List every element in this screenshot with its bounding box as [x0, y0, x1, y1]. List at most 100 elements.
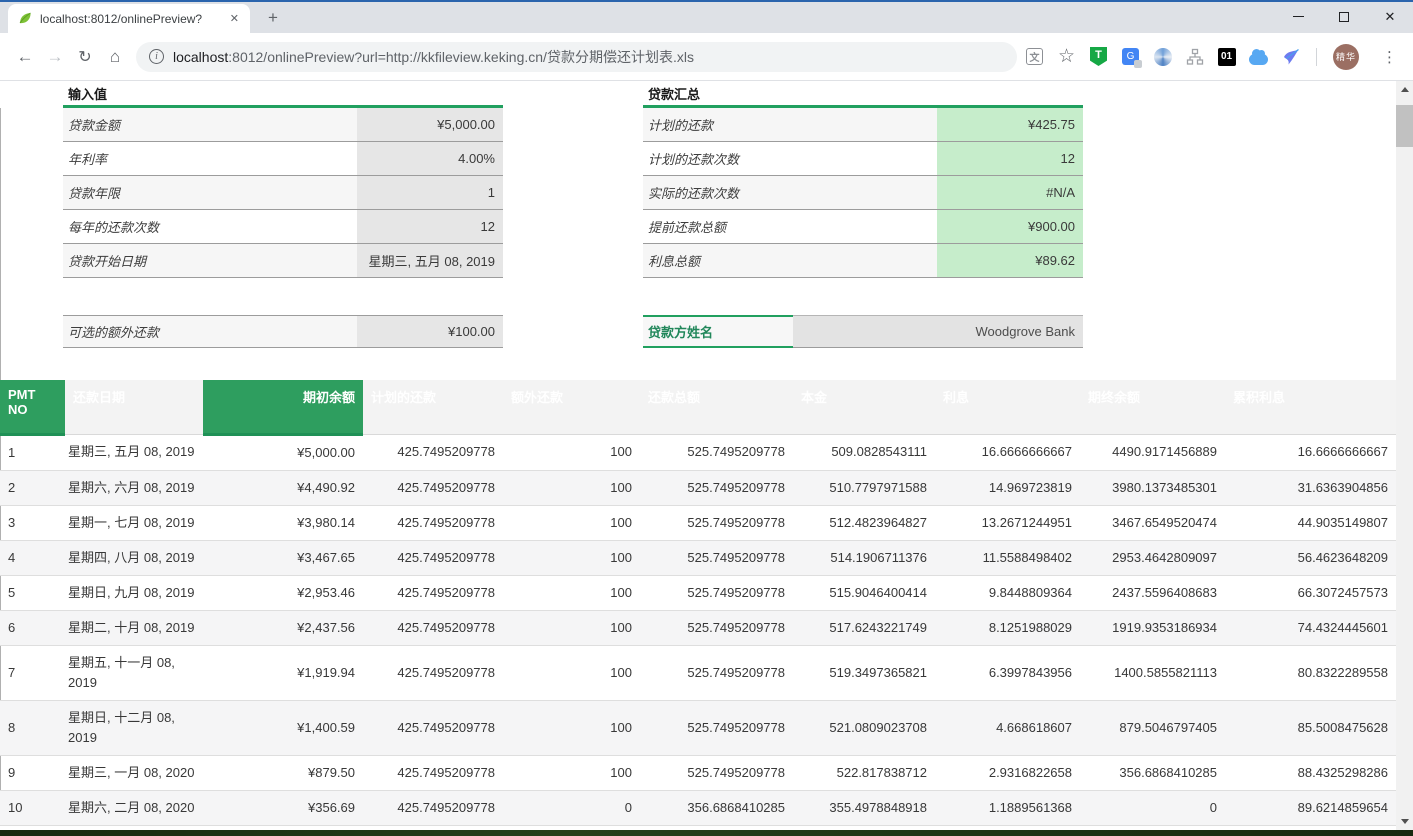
table-cell: 85.5008475628: [1225, 700, 1396, 755]
row-label: 年利率: [63, 142, 357, 175]
maximize-button[interactable]: [1321, 0, 1367, 33]
table-cell: 100: [503, 755, 640, 790]
table-row: 贷款年限1: [63, 176, 503, 210]
table-row: 6星期二, 十月 08, 2019¥2,437.56425.7495209778…: [0, 610, 1396, 645]
row-value: 星期三, 五月 08, 2019: [357, 244, 503, 277]
page-info-icon[interactable]: i: [149, 49, 164, 64]
table-cell: 525.7495209778: [640, 755, 793, 790]
table-cell: 89.6214859654: [1225, 790, 1396, 825]
table-cell: 525.7495209778: [640, 645, 793, 700]
row-label: 计划的还款次数: [643, 142, 937, 175]
tab-close-icon[interactable]: ✕: [228, 12, 241, 25]
back-button[interactable]: ←: [10, 42, 40, 72]
minimize-button[interactable]: [1275, 0, 1321, 33]
reload-button[interactable]: ↻: [70, 42, 100, 72]
table-cell: 88.4325298286: [1225, 755, 1396, 790]
titlebar[interactable]: localhost:8012/onlinePreview? ✕ + ✕: [0, 2, 1413, 33]
scrollbar-down-icon[interactable]: [1396, 813, 1413, 830]
profile-avatar[interactable]: 精华: [1333, 44, 1359, 70]
translate-extension-icon[interactable]: G: [1121, 47, 1140, 66]
table-cell: 425.7495209778: [363, 505, 503, 540]
table-cell: ¥1,400.59: [203, 700, 363, 755]
table-cell: 425.7495209778: [363, 755, 503, 790]
table-cell: 425.7495209778: [363, 700, 503, 755]
tampermonkey-shield-icon[interactable]: T: [1089, 47, 1108, 66]
table-cell: 521.0809023708: [793, 700, 935, 755]
table-cell: 10: [0, 790, 65, 825]
summary-table: 计划的还款¥425.75计划的还款次数12实际的还款次数#N/A提前还款总额¥9…: [643, 108, 1083, 278]
table-cell: 510.7797971588: [793, 470, 935, 505]
row-value: 1: [357, 176, 503, 209]
row-label: 贷款开始日期: [63, 244, 357, 277]
row-value: ¥425.75: [937, 108, 1083, 141]
table-cell: 879.5046797405: [1080, 700, 1225, 755]
close-button[interactable]: ✕: [1367, 0, 1413, 33]
table-cell: 31.6363904856: [1225, 470, 1396, 505]
url-path: :8012/onlinePreview?url=http://kkfilevie…: [228, 49, 694, 65]
column-header: PMT NO: [0, 380, 65, 434]
table-cell: 100: [503, 610, 640, 645]
table-cell: 0: [503, 790, 640, 825]
table-cell: 525.7495209778: [640, 470, 793, 505]
table-cell: 3467.6549520474: [1080, 505, 1225, 540]
table-cell: 5: [0, 575, 65, 610]
browser-tab[interactable]: localhost:8012/onlinePreview? ✕: [8, 4, 250, 33]
table-cell: 100: [503, 540, 640, 575]
row-value: #N/A: [937, 176, 1083, 209]
google-translate-page-icon[interactable]: 文: [1025, 47, 1044, 66]
scrollbar-up-icon[interactable]: [1396, 81, 1413, 98]
table-cell: 80.8322289558: [1225, 645, 1396, 700]
lender-label: 贷款方姓名: [643, 315, 793, 348]
row-label: 实际的还款次数: [643, 176, 937, 209]
table-row: 2星期六, 六月 08, 2019¥4,490.92425.7495209778…: [0, 470, 1396, 505]
table-row: 贷款开始日期星期三, 五月 08, 2019: [63, 244, 503, 278]
table-cell: 425.7495209778: [363, 575, 503, 610]
row-label: 计划的还款: [643, 108, 937, 141]
table-cell: 星期五, 十一月 08, 2019: [65, 645, 203, 700]
home-button[interactable]: ⌂: [100, 42, 130, 72]
extra-payment-value: ¥100.00: [357, 316, 503, 347]
column-header: 期初余额: [203, 380, 363, 434]
swirl-extension-icon[interactable]: [1153, 47, 1172, 66]
table-row: 每年的还款次数12: [63, 210, 503, 244]
table-cell: 512.4823964827: [793, 505, 935, 540]
table-cell: ¥879.50: [203, 755, 363, 790]
new-tab-button[interactable]: +: [260, 5, 286, 31]
column-header: 计划的还款: [363, 380, 503, 434]
bird-extension-icon[interactable]: [1281, 47, 1300, 66]
address-bar[interactable]: i localhost:8012/onlinePreview?url=http:…: [136, 42, 1017, 72]
scrollbar-thumb[interactable]: [1396, 105, 1413, 147]
table-row: 年利率4.00%: [63, 142, 503, 176]
tab-title: localhost:8012/onlinePreview?: [40, 12, 221, 26]
table-cell: 66.3072457573: [1225, 575, 1396, 610]
table-cell: 519.3497365821: [793, 645, 935, 700]
table-cell: 8.1251988029: [935, 610, 1080, 645]
table-row: 利息总额¥89.62: [643, 244, 1083, 278]
table-row: 贷款金额¥5,000.00: [63, 108, 503, 142]
table-cell: 100: [503, 505, 640, 540]
amortization-table: PMT NO还款日期期初余额计划的还款额外还款还款总额本金利息期终余额累积利息 …: [0, 380, 1396, 826]
column-header: 期终余额: [1080, 380, 1225, 434]
row-value: ¥5,000.00: [357, 108, 503, 141]
row-value: 4.00%: [357, 142, 503, 175]
menu-kebab-icon[interactable]: ⋮: [1372, 48, 1403, 66]
minimize-icon: [1293, 16, 1304, 17]
table-row: 计划的还款¥425.75: [643, 108, 1083, 142]
forward-button[interactable]: →: [40, 42, 70, 72]
sitemap-extension-icon[interactable]: [1185, 47, 1204, 66]
row-value: 12: [357, 210, 503, 243]
bookmark-star-icon[interactable]: ☆: [1057, 47, 1076, 66]
cloud-extension-icon[interactable]: [1249, 47, 1268, 66]
table-cell: 星期四, 八月 08, 2019: [65, 540, 203, 575]
table-cell: 9: [0, 755, 65, 790]
table-cell: 13.2671244951: [935, 505, 1080, 540]
table-row: 计划的还款次数12: [643, 142, 1083, 176]
vertical-scrollbar[interactable]: [1396, 81, 1413, 830]
row-label: 每年的还款次数: [63, 210, 357, 243]
table-row: 实际的还款次数#N/A: [643, 176, 1083, 210]
inputs-table: 贷款金额¥5,000.00年利率4.00%贷款年限1每年的还款次数12贷款开始日…: [63, 108, 503, 278]
url-text[interactable]: localhost:8012/onlinePreview?url=http://…: [173, 47, 694, 67]
table-cell: 16.6666666667: [1225, 434, 1396, 470]
table-cell: 515.9046400414: [793, 575, 935, 610]
01-badge-extension-icon[interactable]: 01: [1217, 47, 1236, 66]
